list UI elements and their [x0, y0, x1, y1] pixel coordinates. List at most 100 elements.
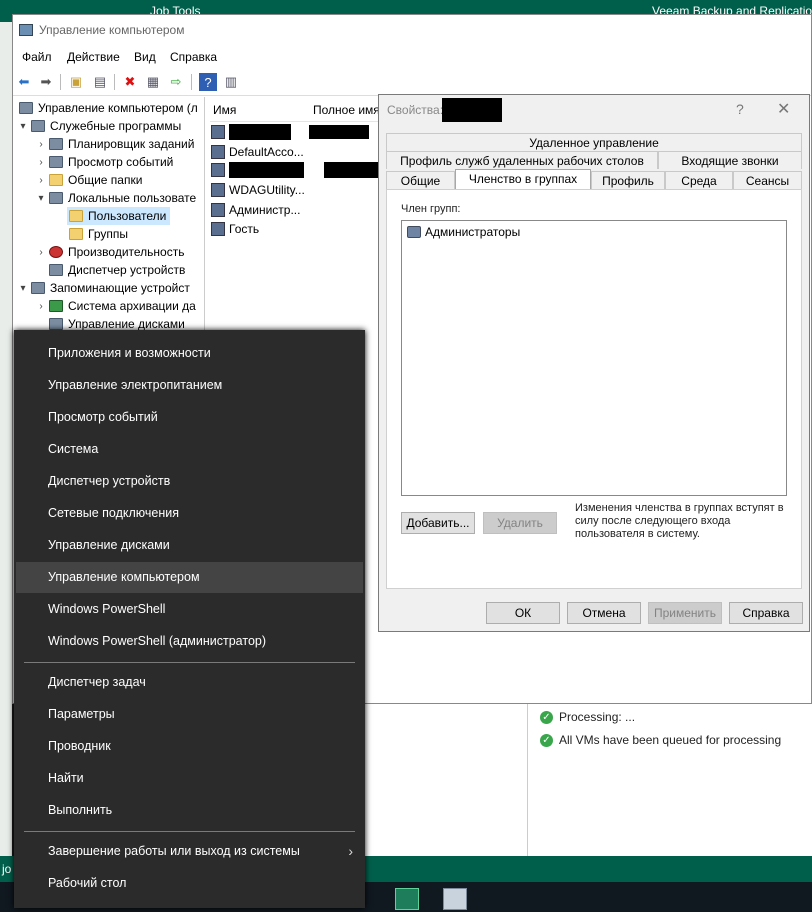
list-item[interactable]: Гость — [210, 220, 259, 238]
veeam-taskbar-icon[interactable] — [395, 888, 419, 910]
properties-dialog: Свойства: ? ✕ Удаленное управление Профи… — [378, 94, 810, 632]
event-log-icon — [49, 156, 63, 168]
veeam-side-panel — [0, 0, 12, 860]
member-of-label: Член групп: — [401, 203, 461, 215]
forward-icon[interactable]: ➡ — [37, 73, 55, 91]
chevron-down-icon[interactable]: ▾ — [17, 121, 29, 132]
menu-action[interactable]: Действие — [67, 50, 120, 64]
menu-item-disk-management[interactable]: Управление дисками — [16, 530, 363, 561]
list-item[interactable] — [210, 123, 369, 141]
menu-item-network-connections[interactable]: Сетевые подключения — [16, 498, 363, 529]
menu-item-task-manager[interactable]: Диспетчер задач — [16, 667, 363, 698]
tree-item-storage[interactable]: ▾ Запоминающие устройст — [17, 279, 189, 297]
ok-button[interactable]: ОК — [486, 602, 560, 624]
help-icon[interactable]: ? — [736, 101, 744, 117]
tree-item-local-users[interactable]: ▾ Локальные пользовате — [35, 189, 196, 207]
help-button[interactable]: Справка — [729, 602, 803, 624]
export-icon[interactable]: ⇨ — [167, 73, 185, 91]
column-full-name[interactable]: Полное имя — [313, 103, 380, 117]
back-icon[interactable]: ⬅ — [15, 73, 33, 91]
menu-help[interactable]: Справка — [170, 50, 217, 64]
tree-item-backup[interactable]: › Система архивации да — [35, 297, 195, 315]
log-line: ✓ Processing: ... — [540, 710, 635, 724]
redacted-username — [442, 98, 502, 122]
console-tree: Управление компьютером (л ▾ Служебные про… — [13, 97, 203, 347]
chevron-right-icon[interactable]: › — [35, 139, 47, 150]
menu-item-event-viewer[interactable]: Просмотр событий — [16, 402, 363, 433]
menu-item-computer-management[interactable]: Управление компьютером — [16, 562, 363, 593]
veeam-status-text: jo — [2, 862, 12, 876]
menu-item-shutdown[interactable]: Завершение работы или выход из системы › — [16, 836, 363, 867]
tab-dial-in[interactable]: Входящие звонки — [658, 151, 802, 169]
tree-item-root[interactable]: Управление компьютером (л — [17, 99, 198, 117]
properties-icon[interactable]: ▦ — [144, 73, 162, 91]
close-icon[interactable]: ✕ — [777, 99, 790, 119]
pane-divider[interactable] — [204, 97, 205, 347]
chevron-right-icon[interactable]: › — [35, 247, 47, 258]
chevron-right-icon: › — [348, 843, 353, 859]
show-tree-icon[interactable]: ▤ — [91, 73, 109, 91]
chevron-right-icon[interactable]: › — [35, 157, 47, 168]
tree-item-users[interactable]: Пользователи — [67, 207, 171, 225]
list-item[interactable]: Администр... — [210, 201, 300, 219]
column-name[interactable]: Имя — [213, 103, 236, 117]
chevron-right-icon[interactable]: › — [35, 301, 47, 312]
tree-item-event-viewer[interactable]: › Просмотр событий — [35, 153, 173, 171]
menu-item-power-options[interactable]: Управление электропитанием — [16, 370, 363, 401]
help-icon[interactable]: ? — [199, 73, 217, 91]
menu-item-explorer[interactable]: Проводник — [16, 731, 363, 762]
menu-item-search[interactable]: Найти — [16, 763, 363, 794]
tab-general[interactable]: Общие — [386, 171, 455, 189]
menu-view[interactable]: Вид — [134, 50, 156, 64]
tree-item-groups[interactable]: Группы — [67, 225, 128, 243]
apply-button[interactable]: Применить — [648, 602, 722, 624]
tree-item-device-manager[interactable]: Диспетчер устройств — [47, 261, 185, 279]
winx-menu: Приложения и возможности Управление элек… — [14, 330, 365, 908]
add-button[interactable]: Добавить... — [401, 512, 475, 534]
tab-rds-profile[interactable]: Профиль служб удаленных рабочих столов — [386, 151, 658, 169]
chevron-down-icon[interactable]: ▾ — [17, 283, 29, 294]
tab-member-of[interactable]: Членство в группах — [455, 169, 591, 190]
menu-item-powershell-admin[interactable]: Windows PowerShell (администратор) — [16, 626, 363, 657]
tab-remote-control[interactable]: Удаленное управление — [386, 133, 802, 151]
folder-icon — [69, 228, 83, 240]
tab-environment[interactable]: Среда — [665, 171, 733, 189]
tree-item-task-scheduler[interactable]: › Планировщик заданий — [35, 135, 194, 153]
member-of-panel: Член групп: Администраторы Добавить... У… — [386, 189, 802, 589]
show-action-pane-icon[interactable]: ▥ — [222, 73, 240, 91]
user-icon — [211, 203, 225, 217]
list-header: Имя Полное имя — [210, 99, 390, 122]
log-line: ✓ All VMs have been queued for processing — [540, 733, 781, 747]
tree-item-performance[interactable]: › Производительность — [35, 243, 184, 261]
cm-titlebar: Управление компьютером — [13, 15, 811, 45]
redacted-full-name — [324, 162, 386, 178]
menu-item-system[interactable]: Система — [16, 434, 363, 465]
list-item[interactable] — [210, 161, 386, 179]
menu-item-desktop[interactable]: Рабочий стол — [16, 868, 363, 899]
remove-button[interactable]: Удалить — [483, 512, 557, 534]
menu-file[interactable]: Файл — [22, 50, 52, 64]
tab-sessions[interactable]: Сеансы — [733, 171, 802, 189]
tree-item-system-tools[interactable]: ▾ Служебные программы — [17, 117, 181, 135]
chevron-down-icon[interactable]: ▾ — [35, 193, 47, 204]
list-item[interactable]: WDAGUtility... — [210, 181, 305, 199]
chevron-right-icon[interactable]: › — [35, 175, 47, 186]
delete-icon[interactable]: ✖ — [121, 73, 139, 91]
menu-item-device-manager[interactable]: Диспетчер устройств — [16, 466, 363, 497]
tab-profile[interactable]: Профиль — [591, 171, 665, 189]
list-item[interactable]: Администраторы — [407, 225, 520, 239]
computer-management-taskbar-icon[interactable] — [443, 888, 467, 910]
cancel-button[interactable]: Отмена — [567, 602, 641, 624]
menu-item-apps-features[interactable]: Приложения и возможности — [16, 338, 363, 369]
member-of-list[interactable]: Администраторы — [401, 220, 787, 496]
menu-item-powershell[interactable]: Windows PowerShell — [16, 594, 363, 625]
tree-item-shared-folders[interactable]: › Общие папки — [35, 171, 142, 189]
list-item[interactable]: DefaultAcco... — [210, 143, 304, 161]
redacted-full-name — [309, 125, 369, 139]
veeam-log-divider — [527, 700, 528, 856]
up-folder-icon[interactable]: ▣ — [67, 73, 85, 91]
menu-item-run[interactable]: Выполнить — [16, 795, 363, 826]
menu-item-settings[interactable]: Параметры — [16, 699, 363, 730]
dialog-title: Свойства: — [387, 103, 444, 117]
redacted-name — [229, 124, 291, 140]
